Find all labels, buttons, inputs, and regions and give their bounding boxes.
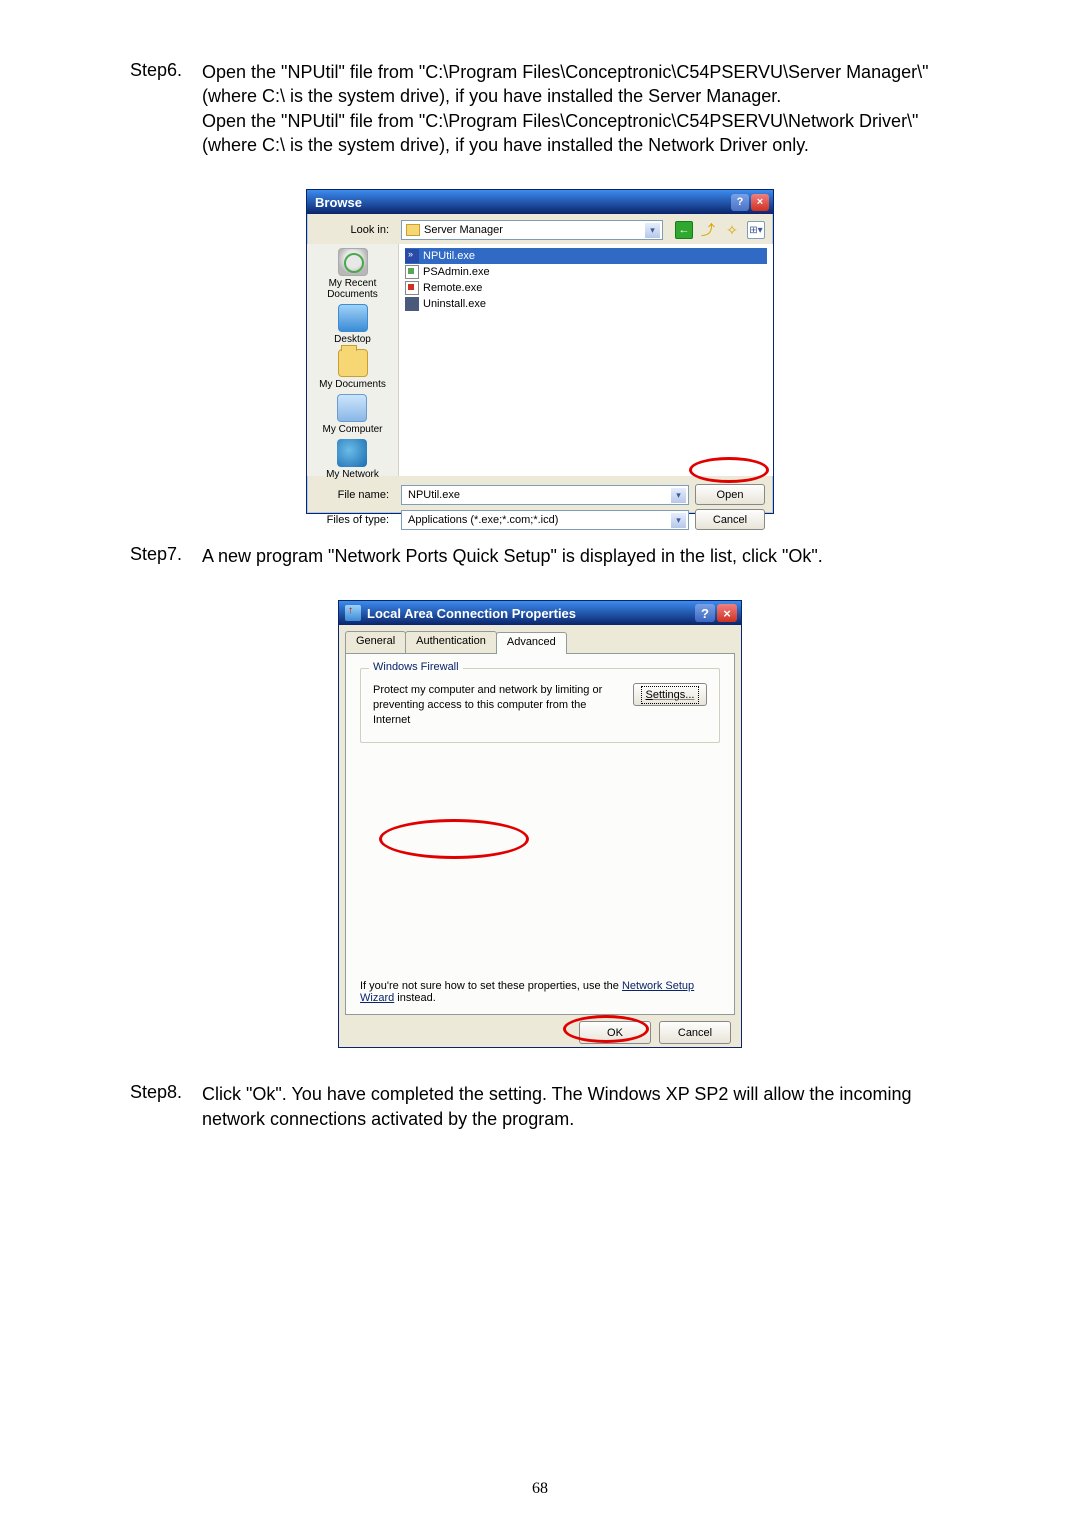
new-folder-icon[interactable]: ✧: [723, 221, 741, 239]
file-item-uninstall[interactable]: Uninstall.exe: [405, 296, 767, 312]
close-icon[interactable]: ×: [717, 604, 737, 622]
lac-properties-dialog: Local Area Connection Properties ? × Gen…: [338, 600, 742, 1048]
desktop-icon: [338, 304, 368, 332]
nic-icon: [345, 605, 361, 621]
back-icon[interactable]: ←: [675, 221, 693, 239]
step7-label: Step7.: [130, 544, 202, 586]
computer-icon: [337, 394, 367, 422]
lookin-label: Look in:: [315, 224, 395, 236]
mydocs-icon: [338, 349, 368, 377]
file-label: PSAdmin.exe: [423, 266, 490, 278]
cancel-button[interactable]: Cancel: [695, 509, 765, 530]
places-mycomp-label: My Computer: [322, 424, 382, 435]
places-mynet-label: My Network: [326, 469, 379, 480]
browse-titlebar: Browse ? ×: [307, 190, 773, 214]
settings-button[interactable]: Settings...: [633, 683, 707, 706]
folder-icon: [406, 224, 420, 236]
file-label: Remote.exe: [423, 282, 482, 294]
group-title: Windows Firewall: [369, 661, 463, 673]
file-label: Uninstall.exe: [423, 298, 486, 310]
filename-input[interactable]: NPUtil.exe ▾: [401, 485, 689, 505]
protect-text: Protect my computer and network by limit…: [373, 683, 621, 728]
chevron-down-icon: ▾: [671, 513, 686, 528]
note-suffix: instead.: [394, 992, 436, 1004]
file-item-psadmin[interactable]: PSAdmin.exe: [405, 264, 767, 280]
step8-label: Step8.: [130, 1082, 202, 1149]
places-desktop[interactable]: Desktop: [334, 304, 371, 345]
chevron-down-icon: ▾: [671, 488, 686, 503]
tab-authentication[interactable]: Authentication: [405, 631, 497, 653]
places-bar: My Recent Documents Desktop My Documents…: [307, 244, 399, 476]
places-recent-label: My Recent Documents: [307, 278, 398, 300]
annotation-oval-open: [689, 457, 769, 483]
places-desktop-label: Desktop: [334, 334, 371, 345]
filename-label: File name:: [315, 489, 395, 501]
note-prefix: If you're not sure how to set these prop…: [360, 980, 622, 992]
help-icon[interactable]: ?: [731, 194, 749, 211]
up-one-level-icon[interactable]: ⤴: [699, 221, 717, 239]
filename-value: NPUtil.exe: [408, 489, 460, 501]
page-number: 68: [0, 1480, 1080, 1498]
filetype-label: Files of type:: [315, 514, 395, 526]
views-icon[interactable]: ⊞▾: [747, 221, 765, 239]
open-button[interactable]: Open: [695, 484, 765, 505]
places-recent[interactable]: My Recent Documents: [307, 248, 398, 300]
places-mynet[interactable]: My Network: [326, 439, 379, 480]
filetype-value: Applications (*.exe;*.com;*.icd): [408, 514, 558, 526]
places-mycomp[interactable]: My Computer: [322, 394, 382, 435]
step6-line2: Open the "NPUtil" file from "C:\Program …: [202, 111, 918, 155]
filetype-dropdown[interactable]: Applications (*.exe;*.com;*.icd) ▾: [401, 510, 689, 530]
browse-title: Browse: [315, 195, 362, 210]
close-icon[interactable]: ×: [751, 194, 769, 211]
lac-title: Local Area Connection Properties: [367, 606, 576, 621]
chevron-down-icon: ▾: [645, 223, 660, 238]
step6-body: Open the "NPUtil" file from "C:\Program …: [202, 60, 950, 157]
places-mydocs-label: My Documents: [319, 379, 386, 390]
windows-firewall-group: Windows Firewall Protect my computer and…: [360, 668, 720, 743]
step7-body: A new program "Network Ports Quick Setup…: [202, 544, 950, 568]
exe-icon: [405, 297, 419, 311]
help-icon[interactable]: ?: [695, 604, 715, 622]
file-label: NPUtil.exe: [423, 250, 475, 262]
browse-dialog: Browse ? × Look in: Server Manager ▾ ← ⤴…: [306, 189, 774, 514]
step6-line1: Open the "NPUtil" file from "C:\Program …: [202, 62, 929, 106]
file-item-nputil[interactable]: NPUtil.exe: [405, 248, 767, 264]
step6-label: Step6.: [130, 60, 202, 175]
recent-icon: [338, 248, 368, 276]
places-mydocs[interactable]: My Documents: [319, 349, 386, 390]
exe-icon: [405, 249, 419, 263]
cancel-button[interactable]: Cancel: [659, 1021, 731, 1044]
tab-strip: General Authentication Advanced: [339, 631, 741, 653]
tab-advanced[interactable]: Advanced: [496, 632, 567, 654]
lookin-dropdown[interactable]: Server Manager ▾: [401, 220, 663, 240]
network-icon: [337, 439, 367, 467]
exe-icon: [405, 265, 419, 279]
exe-icon: [405, 281, 419, 295]
lookin-value: Server Manager: [424, 224, 503, 236]
note-text: If you're not sure how to set these prop…: [360, 980, 720, 1004]
step8-body: Click "Ok". You have completed the setti…: [202, 1082, 950, 1131]
file-item-remote[interactable]: Remote.exe: [405, 280, 767, 296]
file-list[interactable]: NPUtil.exe PSAdmin.exe Remote.exe Uninst…: [399, 244, 773, 476]
tab-general[interactable]: General: [345, 631, 406, 653]
lac-titlebar: Local Area Connection Properties ? ×: [339, 601, 741, 625]
